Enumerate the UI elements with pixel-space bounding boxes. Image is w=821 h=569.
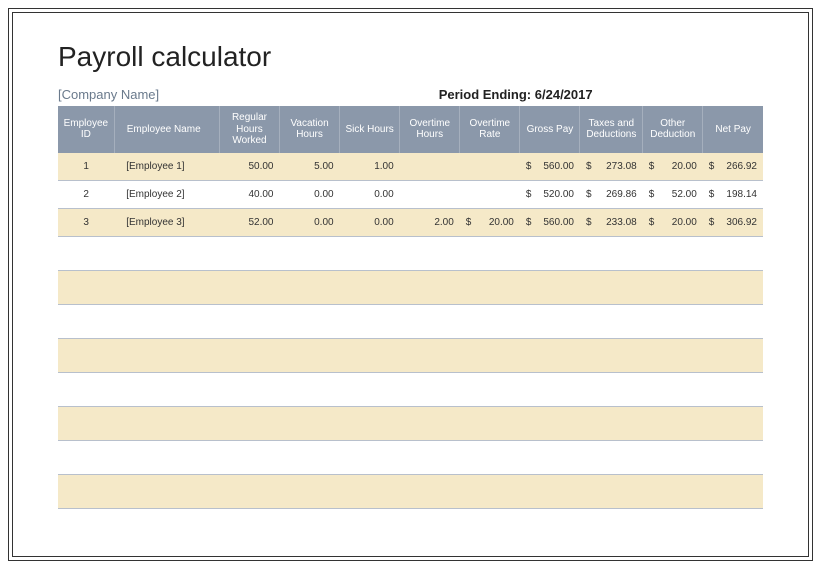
cell-regular-hours: 50.00 xyxy=(219,153,279,181)
cell-vacation-hours: 0.00 xyxy=(280,209,340,237)
cell-overtime-hours xyxy=(400,153,460,181)
page-title: Payroll calculator xyxy=(58,41,763,73)
cell-overtime-rate: $ 20.00 xyxy=(460,209,520,237)
cell-empty xyxy=(58,475,763,509)
document-frame: Payroll calculator [Company Name] Period… xyxy=(12,12,809,557)
col-sick-hours: Sick Hours xyxy=(340,106,400,153)
cell-employee-name: [Employee 1] xyxy=(114,153,219,181)
cell-gross-pay: $520.00 xyxy=(520,181,580,209)
cell-gross-pay: $560.00 xyxy=(520,153,580,181)
cell-overtime-rate xyxy=(460,153,520,181)
cell-taxes: $269.86 xyxy=(580,181,643,209)
table-row xyxy=(58,407,763,441)
table-row xyxy=(58,305,763,339)
company-name: [Company Name] xyxy=(58,87,439,102)
col-gross-pay: Gross Pay xyxy=(520,106,580,153)
cell-sick-hours: 1.00 xyxy=(340,153,400,181)
cell-net-pay: $306.92 xyxy=(703,209,763,237)
col-overtime-hours: Overtime Hours xyxy=(400,106,460,153)
cell-other-ded: $ 20.00 xyxy=(643,153,703,181)
cell-empty xyxy=(58,441,763,475)
cell-employee-id: 3 xyxy=(58,209,114,237)
table-row: 3[Employee 3]52.000.000.002.00$ 20.00$56… xyxy=(58,209,763,237)
table-body: 1[Employee 1]50.005.001.00 $560.00$273.08… xyxy=(58,153,763,509)
payroll-table: Employee ID Employee Name Regular Hours … xyxy=(58,106,763,509)
cell-employee-id: 2 xyxy=(58,181,114,209)
cell-empty xyxy=(58,237,763,271)
col-net-pay: Net Pay xyxy=(703,106,763,153)
cell-other-ded: $ 52.00 xyxy=(643,181,703,209)
outer-frame: Payroll calculator [Company Name] Period… xyxy=(8,8,813,561)
cell-vacation-hours: 5.00 xyxy=(280,153,340,181)
cell-taxes: $273.08 xyxy=(580,153,643,181)
col-other-ded: Other Deduction xyxy=(643,106,703,153)
cell-employee-name: [Employee 2] xyxy=(114,181,219,209)
table-row xyxy=(58,441,763,475)
table-row xyxy=(58,339,763,373)
cell-overtime-hours: 2.00 xyxy=(400,209,460,237)
col-overtime-rate: Overtime Rate xyxy=(460,106,520,153)
cell-vacation-hours: 0.00 xyxy=(280,181,340,209)
cell-employee-id: 1 xyxy=(58,153,114,181)
col-taxes: Taxes and Deductions xyxy=(580,106,643,153)
period-label: Period Ending: xyxy=(439,87,531,102)
cell-taxes: $233.08 xyxy=(580,209,643,237)
cell-regular-hours: 52.00 xyxy=(219,209,279,237)
cell-sick-hours: 0.00 xyxy=(340,181,400,209)
cell-sick-hours: 0.00 xyxy=(340,209,400,237)
col-employee-name: Employee Name xyxy=(114,106,219,153)
cell-other-ded: $ 20.00 xyxy=(643,209,703,237)
cell-empty xyxy=(58,305,763,339)
cell-gross-pay: $560.00 xyxy=(520,209,580,237)
table-row xyxy=(58,373,763,407)
cell-employee-name: [Employee 3] xyxy=(114,209,219,237)
cell-empty xyxy=(58,271,763,305)
period-value: 6/24/2017 xyxy=(535,87,593,102)
cell-empty xyxy=(58,373,763,407)
table-row: 1[Employee 1]50.005.001.00 $560.00$273.08… xyxy=(58,153,763,181)
table-row xyxy=(58,271,763,305)
table-row xyxy=(58,237,763,271)
cell-overtime-rate xyxy=(460,181,520,209)
table-row xyxy=(58,475,763,509)
table-row: 2[Employee 2]40.000.000.00$520.00$269.86… xyxy=(58,181,763,209)
cell-net-pay: $198.14 xyxy=(703,181,763,209)
cell-overtime-hours xyxy=(400,181,460,209)
cell-net-pay: $266.92 xyxy=(703,153,763,181)
cell-empty xyxy=(58,407,763,441)
meta-row: [Company Name] Period Ending: 6/24/2017 xyxy=(58,87,763,102)
table-header: Employee ID Employee Name Regular Hours … xyxy=(58,106,763,153)
period-ending: Period Ending: 6/24/2017 xyxy=(439,87,593,102)
col-vacation-hours: Vacation Hours xyxy=(280,106,340,153)
col-regular-hours: Regular Hours Worked xyxy=(219,106,279,153)
cell-empty xyxy=(58,339,763,373)
col-employee-id: Employee ID xyxy=(58,106,114,153)
cell-regular-hours: 40.00 xyxy=(219,181,279,209)
